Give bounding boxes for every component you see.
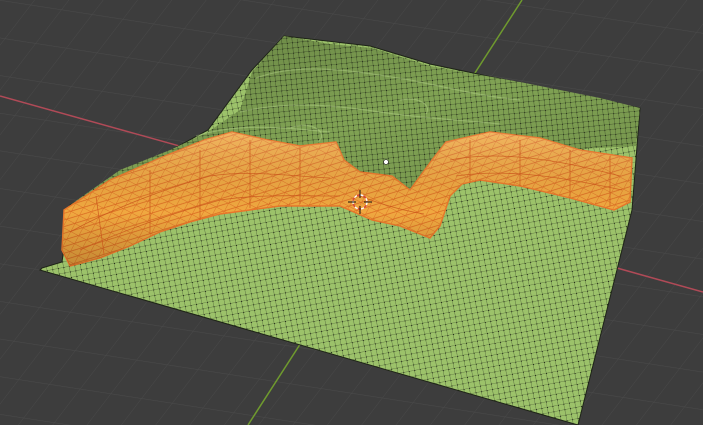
viewport-canvas[interactable] (0, 0, 703, 425)
3d-viewport[interactable] (0, 0, 703, 425)
object-origin (383, 159, 389, 165)
